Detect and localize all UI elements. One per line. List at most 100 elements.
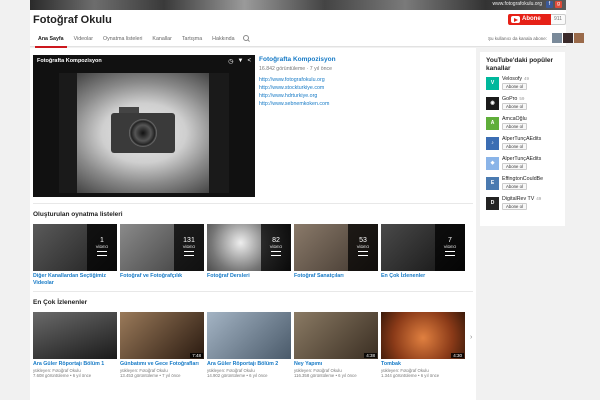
video-duration: 4:30 <box>451 353 464 358</box>
channel-logo-icon[interactable]: E <box>486 177 499 190</box>
tab-channels[interactable]: Kanallar <box>147 34 176 48</box>
playlist-title[interactable]: En Çok İzlenenler <box>381 273 465 280</box>
clock-icon[interactable]: ◷ <box>228 58 233 65</box>
playlist-overlay: 7 VİDEO <box>435 224 465 271</box>
playlist-icon <box>358 251 368 256</box>
playlist-card[interactable]: 53 VİDEO Fotoğraf Sanatçıları <box>294 224 378 286</box>
video-card[interactable]: 4:30 Tombak yükleyen: Fotoğraf Okulu 1.3… <box>381 312 465 379</box>
playlist-icon <box>97 251 107 256</box>
channel-name[interactable]: GoPro 59 <box>502 96 558 102</box>
tab-playlists[interactable]: Oynatma listeleri <box>98 34 147 48</box>
video-thumbnail[interactable]: 4:38 <box>294 312 378 359</box>
digitalrev-logo-icon[interactable]: D <box>486 197 499 210</box>
avatar[interactable] <box>574 33 584 43</box>
facebook-icon[interactable]: f <box>546 1 553 8</box>
subscribe-button[interactable]: Abone ol <box>502 123 527 130</box>
playlist-card[interactable]: 82 VİDEO Fotoğraf Dersleri <box>207 224 291 286</box>
video-stats: 1.344 görüntüleme • 6 yıl önce <box>381 373 440 378</box>
playlist-title[interactable]: Fotoğraf Dersleri <box>207 273 291 280</box>
playlist-card[interactable]: 1 VİDEO Diğer Kanallardan Seçtiğimiz Vid… <box>33 224 117 286</box>
subscribe-button[interactable]: Abone ol <box>502 83 527 90</box>
channel-name[interactable]: DigitalRev TV 49 <box>502 196 558 202</box>
playlist-icon <box>445 251 455 256</box>
subscribe-button[interactable]: Abone ol <box>502 183 527 190</box>
channel-item: E EffingtonCouldBe Abone ol <box>486 176 558 196</box>
playlist-overlay: 53 VİDEO <box>348 224 378 271</box>
avatar[interactable] <box>552 33 562 43</box>
main-content: Fotoğrafta Kompozisyon ◷ ▼ < Fotoğrafta … <box>30 48 476 400</box>
also-subscribed-avatars <box>552 33 584 43</box>
video-title[interactable]: Günbatımı ve Gece Fotoğrafları <box>120 361 204 368</box>
video-stats: 13.453 görüntüleme • 7 yıl önce <box>120 373 181 378</box>
playlist-title[interactable]: Diğer Kanallardan Seçtiğimiz Videolar <box>33 273 117 286</box>
subscribe-button[interactable]: Abone ol 911 <box>508 14 566 33</box>
channel-logo-icon[interactable]: ◆ <box>486 157 499 170</box>
channel-name[interactable]: AmcaOğlu <box>502 116 558 122</box>
description-link[interactable]: http://www.fotografokulu.org <box>259 76 469 84</box>
video-card[interactable]: Ara Güler Röportajı Bölüm 2 yükleyen: Fo… <box>207 312 291 379</box>
section-divider <box>33 291 473 292</box>
featured-video-player[interactable]: Fotoğrafta Kompozisyon ◷ ▼ < <box>33 55 255 197</box>
share-icon[interactable]: < <box>247 58 251 65</box>
channel-name[interactable]: Velosofy 49 <box>502 76 558 82</box>
description-link[interactable]: http://www.stockturkiye.com <box>259 84 469 92</box>
video-thumbnail[interactable]: 4:30 <box>381 312 465 359</box>
gopro-logo-icon[interactable]: ◉ <box>486 97 499 110</box>
channel-name[interactable]: AlperTunçAEdits <box>502 156 558 162</box>
channel-name[interactable]: EffingtonCouldBe <box>502 176 558 182</box>
video-card[interactable]: 7:48 Günbatımı ve Gece Fotoğrafları yükl… <box>120 312 204 379</box>
video-stats: 116.358 görüntüleme • 6 yıl önce <box>294 373 357 378</box>
subscribe-button[interactable]: Abone ol <box>502 163 527 170</box>
tab-videos[interactable]: Videolar <box>69 34 98 48</box>
subscribe-button[interactable]: Abone ol <box>502 203 527 210</box>
playlist-card[interactable]: 7 VİDEO En Çok İzlenenler <box>381 224 465 286</box>
playlist-thumbnail[interactable]: 7 VİDEO <box>381 224 465 271</box>
avatar[interactable] <box>563 33 573 43</box>
player-title[interactable]: Fotoğrafta Kompozisyon <box>37 58 102 64</box>
youtube-logo-icon <box>511 16 520 23</box>
playlist-thumbnail[interactable]: 131 VİDEO <box>120 224 204 271</box>
featured-video-meta: 16.842 görüntüleme · 7 yıl önce <box>259 66 332 72</box>
camera-lens <box>129 119 157 147</box>
playlist-thumbnail[interactable]: 82 VİDEO <box>207 224 291 271</box>
playlist-thumbnail[interactable]: 53 VİDEO <box>294 224 378 271</box>
description-link[interactable]: http://www.hdrturkiye.org <box>259 92 469 100</box>
playlist-title[interactable]: Fotoğraf ve Fotoğrafçılık <box>120 273 204 280</box>
velosofy-logo-icon[interactable]: V <box>486 77 499 90</box>
video-thumbnail[interactable]: 7:48 <box>120 312 204 359</box>
section-divider <box>33 203 473 204</box>
search-icon[interactable] <box>242 35 250 42</box>
channel-header: Fotoğraf Okulu Abone ol 911 Ana Sayfa Vi… <box>30 10 584 48</box>
popular-section-title[interactable]: En Çok İzlenenler <box>33 299 87 306</box>
google-plus-icon[interactable]: g <box>555 1 562 8</box>
thumbs-down-icon[interactable]: ▼ <box>238 58 244 65</box>
subscribe-button[interactable]: Abone ol <box>502 103 527 110</box>
banner-url[interactable]: www.fotografokulu.org <box>493 1 542 7</box>
video-stats: 7.608 görüntüleme • 6 yıl önce <box>33 373 92 378</box>
amcaoglu-logo-icon[interactable]: A <box>486 117 499 130</box>
playlist-overlay: 131 VİDEO <box>174 224 204 271</box>
player-controls: ◷ ▼ < <box>228 58 251 65</box>
tab-home[interactable]: Ana Sayfa <box>33 34 69 48</box>
video-duration: 4:38 <box>364 353 377 358</box>
video-card[interactable]: Ara Güler Röportajı Bölüm 1 yükleyen: Fo… <box>33 312 117 379</box>
playlist-card[interactable]: 131 VİDEO Fotoğraf ve Fotoğrafçılık <box>120 224 204 286</box>
subscribe-button[interactable]: Abone ol <box>502 143 527 150</box>
banner-social-links: f g <box>546 1 562 8</box>
video-card[interactable]: 4:38 Ney Yapımı yükleyen: Fotoğraf Okulu… <box>294 312 378 379</box>
subscribe-button-label[interactable]: Abone ol <box>508 14 552 33</box>
video-thumbnail[interactable] <box>33 312 117 359</box>
also-subscribed-label: Şu kullanıcı da kanala abone: <box>488 36 548 41</box>
playlist-title[interactable]: Fotoğraf Sanatçıları <box>294 273 378 280</box>
chevron-right-icon[interactable]: › <box>470 334 472 341</box>
tab-about[interactable]: Hakkında <box>207 34 239 48</box>
playlists-section-title[interactable]: Oluşturulan oynatma listeleri <box>33 211 123 218</box>
featured-video-title[interactable]: Fotoğrafta Kompozisyon <box>259 56 469 63</box>
tab-discussion[interactable]: Tartışma <box>177 34 207 48</box>
channel-name[interactable]: AlperTunçAEdits <box>502 136 558 142</box>
description-link[interactable]: http://www.sebnemkoken.com <box>259 100 469 108</box>
playlist-thumbnail[interactable]: 1 VİDEO <box>33 224 117 271</box>
channel-logo-icon[interactable]: ♪ <box>486 137 499 150</box>
featured-video-links: http://www.fotografokulu.org http://www.… <box>259 76 469 108</box>
video-thumbnail[interactable] <box>207 312 291 359</box>
